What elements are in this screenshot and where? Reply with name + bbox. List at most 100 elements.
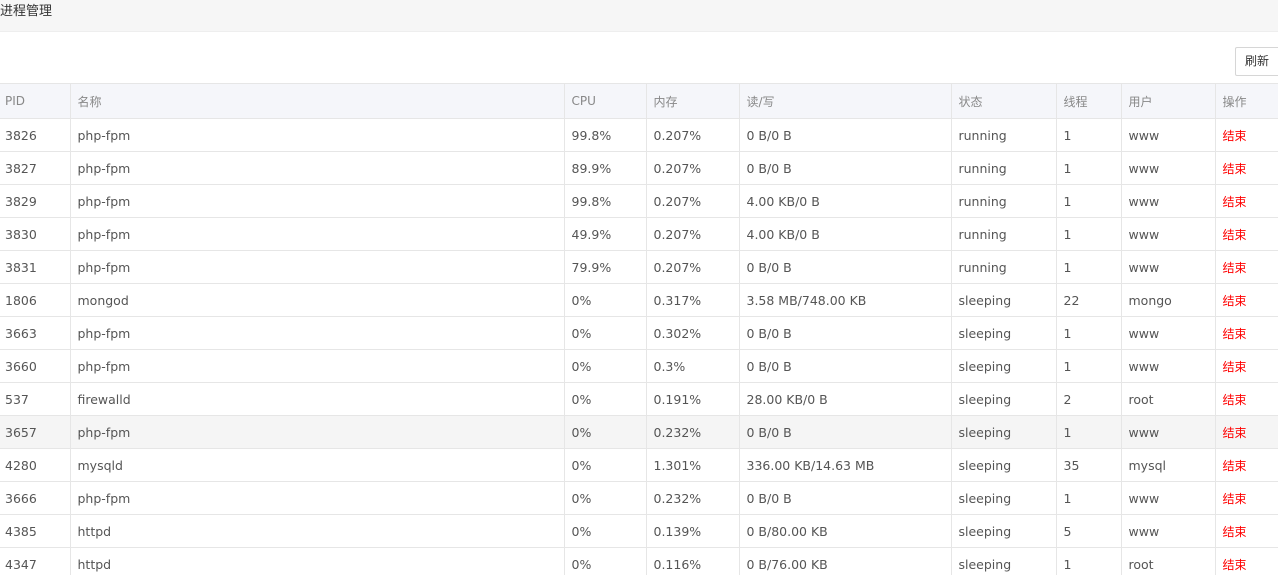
table-row[interactable]: 3830 php-fpm 49.9% 0.207% 4.00 KB/0 Brunning… <box>0 217 1278 251</box>
cell-memory: 0.139% <box>646 514 740 548</box>
cell-cpu: 0% <box>564 448 647 482</box>
cell-pid: 4347 <box>0 547 71 575</box>
cell-cpu: 0% <box>564 316 647 350</box>
refresh-button[interactable]: 刷新 <box>1235 47 1278 76</box>
cell-name: php-fpm <box>70 250 565 284</box>
table-row[interactable]: 1806 mongod 0% 0.317% 3.58 MB/748.00 KB sleep… <box>0 283 1278 317</box>
cell-cpu: 0% <box>564 382 647 416</box>
cell-action: 结束 <box>1215 151 1278 185</box>
cell-pid: 3657 <box>0 415 71 449</box>
column-header-status[interactable]: 状态 <box>951 83 1057 119</box>
cell-user: mysql <box>1121 448 1216 482</box>
cell-threads: 1 <box>1056 547 1122 575</box>
cell-cpu: 0% <box>564 481 647 515</box>
table-row[interactable]: 3663 php-fpm 0% 0.302% 0 B/0 Bsleeping 1 www 结束 <box>0 316 1278 350</box>
cell-action: 结束 <box>1215 514 1278 548</box>
cell-cpu: 0% <box>564 283 647 317</box>
cell-action: 结束 <box>1215 349 1278 383</box>
kill-process-link[interactable]: 结束 <box>1223 459 1247 473</box>
kill-process-link[interactable]: 结束 <box>1223 327 1247 341</box>
kill-process-link[interactable]: 结束 <box>1223 129 1247 143</box>
table-row[interactable]: 3829 php-fpm 99.8% 0.207% 4.00 KB/0 Brunning… <box>0 184 1278 218</box>
table-row[interactable]: 3660 php-fpm 0% 0.3% 0 B/0 Bsleeping 1 www 结束 <box>0 349 1278 383</box>
table-row[interactable]: 3827 php-fpm 89.9% 0.207% 0 B/0 Brunning 1 www… <box>0 151 1278 185</box>
column-header-action: 操作 <box>1215 83 1278 119</box>
cell-status: running <box>951 184 1057 218</box>
kill-process-link[interactable]: 结束 <box>1223 228 1247 242</box>
kill-process-link[interactable]: 结束 <box>1223 360 1247 374</box>
table-row[interactable]: 3831 php-fpm 79.9% 0.207% 0 B/0 Brunning 1 www… <box>0 250 1278 284</box>
table-row[interactable]: 4280 mysqld 0% 1.301% 336.00 KB/14.63 MB slee… <box>0 448 1278 482</box>
column-header-pid[interactable]: PID <box>0 83 71 119</box>
cell-cpu: 0% <box>564 349 647 383</box>
column-header-cpu[interactable]: CPU <box>564 83 647 119</box>
kill-process-link[interactable]: 结束 <box>1223 525 1247 539</box>
cell-status: sleeping <box>951 415 1057 449</box>
cell-user: www <box>1121 349 1216 383</box>
kill-process-link[interactable]: 结束 <box>1223 261 1247 275</box>
kill-process-link[interactable]: 结束 <box>1223 558 1247 572</box>
cell-name: php-fpm <box>70 118 565 152</box>
cell-pid: 3826 <box>0 118 71 152</box>
kill-process-link[interactable]: 结束 <box>1223 294 1247 308</box>
column-header-memory[interactable]: 内存 <box>646 83 740 119</box>
cell-name: php-fpm <box>70 415 565 449</box>
cell-status: sleeping <box>951 316 1057 350</box>
cell-io: 3.58 MB/748.00 KB <box>739 283 952 317</box>
cell-status: sleeping <box>951 547 1057 575</box>
cell-user: root <box>1121 382 1216 416</box>
table-row[interactable]: 3826 php-fpm 99.8% 0.207% 0 B/0 Brunning 1 www… <box>0 118 1278 152</box>
cell-threads: 2 <box>1056 382 1122 416</box>
cell-memory: 0.302% <box>646 316 740 350</box>
cell-status: running <box>951 151 1057 185</box>
cell-name: php-fpm <box>70 184 565 218</box>
column-header-threads[interactable]: 线程 <box>1056 83 1122 119</box>
cell-name: firewalld <box>70 382 565 416</box>
cell-threads: 22 <box>1056 283 1122 317</box>
cell-pid: 4385 <box>0 514 71 548</box>
cell-action: 结束 <box>1215 217 1278 251</box>
cell-user: root <box>1121 547 1216 575</box>
cell-io: 0 B/0 B <box>739 415 952 449</box>
cell-cpu: 49.9% <box>564 217 647 251</box>
table-row[interactable]: 3657 php-fpm 0% 0.232% 0 B/0 Bsleeping 1 www 结束 <box>0 415 1278 449</box>
cell-pid: 1806 <box>0 283 71 317</box>
cell-name: php-fpm <box>70 217 565 251</box>
table-row[interactable]: 537 firewalld 0% 0.191% 28.00 KB/0 Bsleeping… <box>0 382 1278 416</box>
kill-process-link[interactable]: 结束 <box>1223 162 1247 176</box>
cell-pid: 4280 <box>0 448 71 482</box>
cell-pid: 3660 <box>0 349 71 383</box>
kill-process-link[interactable]: 结束 <box>1223 195 1247 209</box>
column-header-io[interactable]: 读/写 <box>739 83 952 119</box>
cell-user: www <box>1121 118 1216 152</box>
cell-cpu: 89.9% <box>564 151 647 185</box>
process-table: PID 名称 CPU 内存 读/写 状态 线程 用户 操作 3826 php-fp… <box>0 83 1278 575</box>
kill-process-link[interactable]: 结束 <box>1223 492 1247 506</box>
table-row[interactable]: 4347 httpd 0% 0.116% 0 B/76.00 KB sleeping 1 ro… <box>0 547 1278 575</box>
cell-action: 结束 <box>1215 448 1278 482</box>
cell-pid: 3830 <box>0 217 71 251</box>
kill-process-link[interactable]: 结束 <box>1223 393 1247 407</box>
cell-io: 0 B/80.00 KB <box>739 514 952 548</box>
cell-io: 0 B/0 B <box>739 151 952 185</box>
cell-user: www <box>1121 415 1216 449</box>
cell-action: 结束 <box>1215 283 1278 317</box>
cell-io: 4.00 KB/0 B <box>739 184 952 218</box>
kill-process-link[interactable]: 结束 <box>1223 426 1247 440</box>
column-header-name[interactable]: 名称 <box>70 83 565 119</box>
cell-name: php-fpm <box>70 316 565 350</box>
cell-status: sleeping <box>951 514 1057 548</box>
cell-pid: 3663 <box>0 316 71 350</box>
table-row[interactable]: 3666 php-fpm 0% 0.232% 0 B/0 Bsleeping 1 www 结束 <box>0 481 1278 515</box>
cell-memory: 0.317% <box>646 283 740 317</box>
cell-memory: 0.232% <box>646 415 740 449</box>
cell-threads: 35 <box>1056 448 1122 482</box>
table-row[interactable]: 4385 httpd 0% 0.139% 0 B/80.00 KB sleeping 5 ww… <box>0 514 1278 548</box>
cell-io: 0 B/76.00 KB <box>739 547 952 575</box>
column-header-user[interactable]: 用户 <box>1121 83 1216 119</box>
cell-io: 0 B/0 B <box>739 118 952 152</box>
cell-name: php-fpm <box>70 349 565 383</box>
cell-name: php-fpm <box>70 481 565 515</box>
cell-cpu: 99.8% <box>564 184 647 218</box>
cell-threads: 1 <box>1056 349 1122 383</box>
